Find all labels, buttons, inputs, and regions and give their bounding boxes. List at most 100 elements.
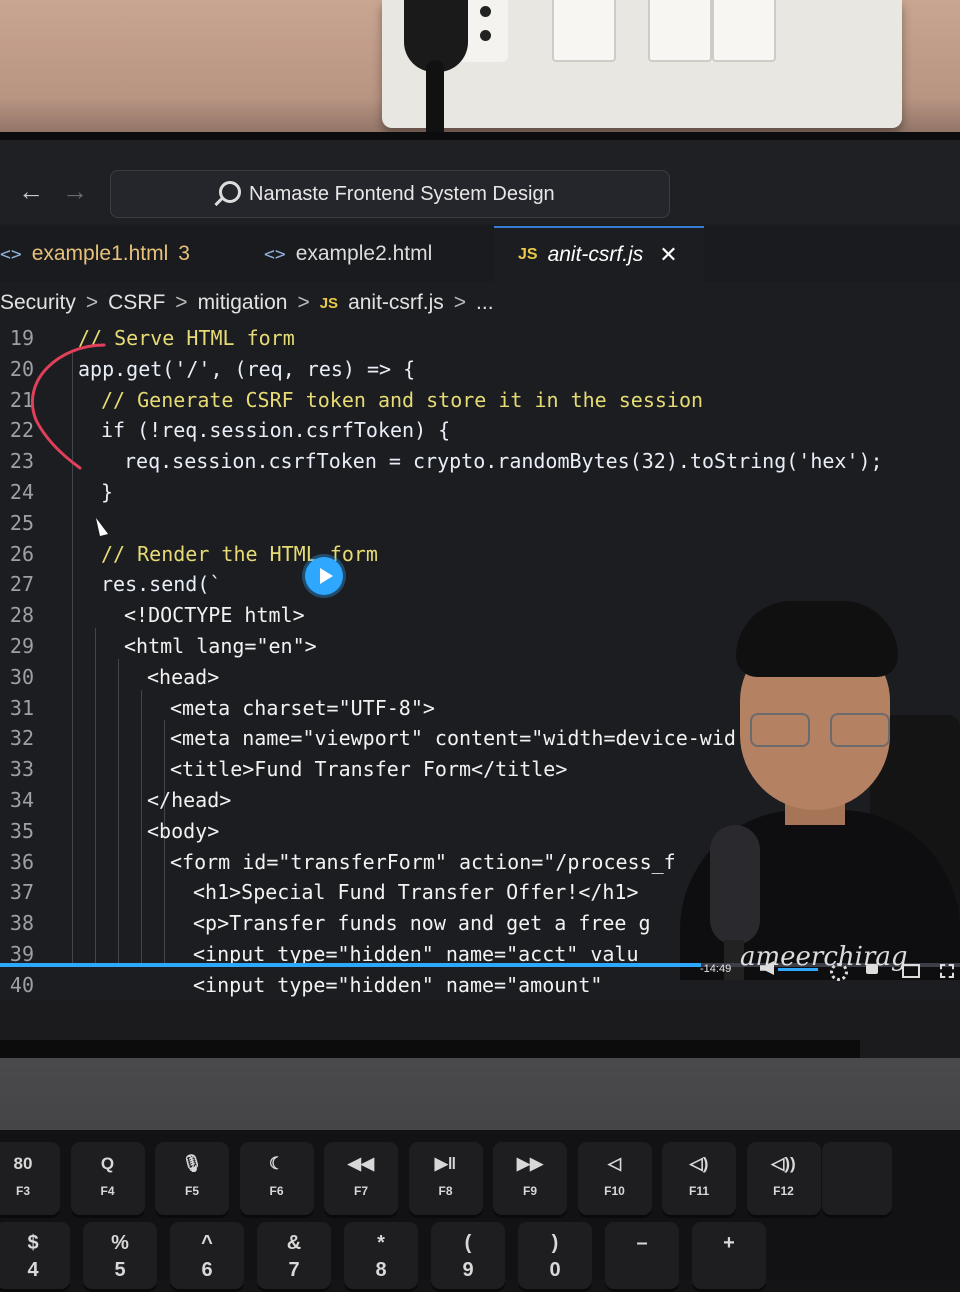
- code-comment: // Generate CSRF token and store it in t…: [101, 387, 704, 412]
- line-number: 34: [9, 788, 34, 812]
- code-line[interactable]: 20 app.get('/', (req, res) => {: [0, 357, 960, 387]
- laptop-hinge: [0, 1040, 860, 1058]
- key-glyph: ): [551, 1232, 559, 1254]
- function-key[interactable]: ◁)) F12: [746, 1142, 821, 1218]
- key-glyph: $: [27, 1232, 39, 1254]
- number-key[interactable]: ) 0: [518, 1222, 592, 1292]
- key-label: F11: [688, 1184, 709, 1198]
- key-label: F8: [438, 1184, 453, 1198]
- code-line[interactable]: 25: [0, 511, 960, 541]
- line-number: 22: [9, 418, 34, 443]
- breadcrumb-item[interactable]: CSRF: [108, 291, 165, 315]
- tab-example1[interactable]: <> example1.html 3: [0, 226, 236, 282]
- code-text: <body>: [147, 818, 220, 843]
- code-line[interactable]: 23 req.session.csrfToken = crypto.randomB…: [0, 449, 960, 479]
- function-key[interactable]: ◀◀ F7: [324, 1142, 398, 1218]
- number-key[interactable]: * 8: [344, 1222, 418, 1292]
- code-line[interactable]: 19 // Serve HTML form: [0, 326, 960, 356]
- search-icon: [219, 181, 241, 203]
- key-label: 9: [462, 1259, 474, 1281]
- code-text: if (!req.session.csrfToken) {: [101, 418, 451, 443]
- close-icon[interactable]: ✕: [659, 242, 677, 268]
- key-label: 7: [288, 1259, 300, 1281]
- function-key[interactable]: ▶‖ F8: [408, 1142, 483, 1218]
- number-key[interactable]: $4: [0, 1222, 70, 1292]
- tab-anit-csrf[interactable]: JS anit-csrf.js ✕: [494, 226, 704, 282]
- line-number: 36: [9, 849, 34, 874]
- key-glyph: ◀◀: [347, 1154, 375, 1173]
- code-line[interactable]: 26// Render the HTML form: [0, 542, 960, 572]
- subtitles-icon[interactable]: [866, 964, 878, 974]
- key-label: 0: [549, 1259, 561, 1281]
- breadcrumb-item[interactable]: Security: [0, 291, 76, 315]
- line-number: 35: [9, 818, 34, 843]
- key-glyph: ▶‖: [434, 1154, 457, 1173]
- code-line[interactable]: 24}: [0, 480, 960, 510]
- line-number: 27: [9, 572, 34, 597]
- function-key[interactable]: ◁ F10: [577, 1142, 652, 1218]
- line-number: 30: [9, 664, 34, 689]
- code-line[interactable]: 21 // Generate CSRF token and store it in…: [0, 388, 960, 418]
- breadcrumb-more[interactable]: ...: [476, 291, 494, 315]
- line-number: 23: [9, 449, 34, 474]
- breadcrumb-file[interactable]: anit-csrf.js: [348, 291, 444, 315]
- key-glyph: %: [111, 1232, 129, 1254]
- js-file-icon: JS: [319, 294, 339, 312]
- volume-icon[interactable]: [760, 961, 774, 975]
- key-glyph: ◁)): [771, 1154, 796, 1173]
- line-number: 32: [9, 726, 34, 751]
- code-text: <html lang="en">: [124, 634, 317, 658]
- js-file-icon: JS: [518, 246, 538, 263]
- forward-arrow-icon[interactable]: →: [62, 176, 88, 207]
- number-key[interactable]: ^ 6: [170, 1222, 244, 1292]
- number-key[interactable]: +: [692, 1222, 766, 1292]
- number-key[interactable]: –: [605, 1222, 679, 1292]
- code-text: <head>: [147, 664, 220, 689]
- line-number: 29: [9, 634, 34, 658]
- code-line[interactable]: 22 if (!req.session.csrfToken) {: [0, 418, 960, 448]
- function-key[interactable]: ▶▶ F9: [493, 1142, 567, 1218]
- code-text: <input type="hidden" name="amount": [193, 972, 603, 997]
- function-key[interactable]: 🎙 F5: [155, 1142, 229, 1218]
- chevron-right-icon: >: [85, 291, 99, 314]
- breadcrumb-item[interactable]: mitigation: [198, 291, 288, 315]
- play-icon[interactable]: [305, 557, 343, 595]
- line-number: 26: [9, 541, 34, 566]
- tab-example2[interactable]: <> example2.html: [238, 226, 492, 282]
- number-key[interactable]: (9: [431, 1222, 505, 1292]
- key-label: 8: [375, 1259, 387, 1281]
- line-number: 40: [9, 972, 34, 997]
- code-text: req.session.csrfToken = crypto.randomByt…: [124, 449, 883, 474]
- key-label: F9: [522, 1184, 537, 1198]
- breadcrumb: Security > CSRF > mitigation > JS anit-c…: [0, 286, 494, 320]
- chevron-right-icon: >: [297, 291, 310, 314]
- volume-slider[interactable]: [778, 968, 818, 971]
- power-key[interactable]: [822, 1142, 892, 1218]
- chevron-right-icon: >: [453, 291, 467, 314]
- function-key[interactable]: 80 F3: [0, 1142, 60, 1218]
- function-key[interactable]: Q F4: [70, 1142, 145, 1218]
- miniplayer-icon[interactable]: [902, 964, 920, 978]
- key-glyph: ^: [201, 1232, 213, 1254]
- back-arrow-icon[interactable]: ←: [18, 176, 44, 207]
- microphone: [710, 825, 760, 945]
- settings-gear-icon[interactable]: [830, 963, 848, 981]
- fullscreen-icon[interactable]: [940, 964, 954, 978]
- code-text: <form id="transferForm" action="/process…: [170, 849, 676, 874]
- number-key[interactable]: % 5: [83, 1222, 157, 1292]
- code-text: <!DOCTYPE html>: [124, 603, 305, 628]
- function-key[interactable]: ☾ F6: [239, 1142, 314, 1218]
- title-bar: ← → Namaste Frontend System Design: [0, 140, 960, 224]
- key-glyph: ◁): [689, 1154, 709, 1173]
- function-key[interactable]: ◁) F11: [662, 1142, 736, 1218]
- problem-count-badge: 3: [178, 242, 190, 265]
- wall-switch: [552, 0, 616, 62]
- line-number: 21: [9, 387, 34, 412]
- key-label: F3: [15, 1184, 30, 1198]
- tab-label: anit-csrf.js: [547, 243, 644, 266]
- command-search-box[interactable]: Namaste Frontend System Design: [110, 170, 670, 218]
- number-key[interactable]: & 7: [257, 1222, 331, 1292]
- code-comment: // Serve HTML form: [78, 326, 295, 350]
- code-text: </head>: [147, 788, 232, 812]
- code-text: <meta name="viewport" content="width=dev…: [170, 726, 736, 751]
